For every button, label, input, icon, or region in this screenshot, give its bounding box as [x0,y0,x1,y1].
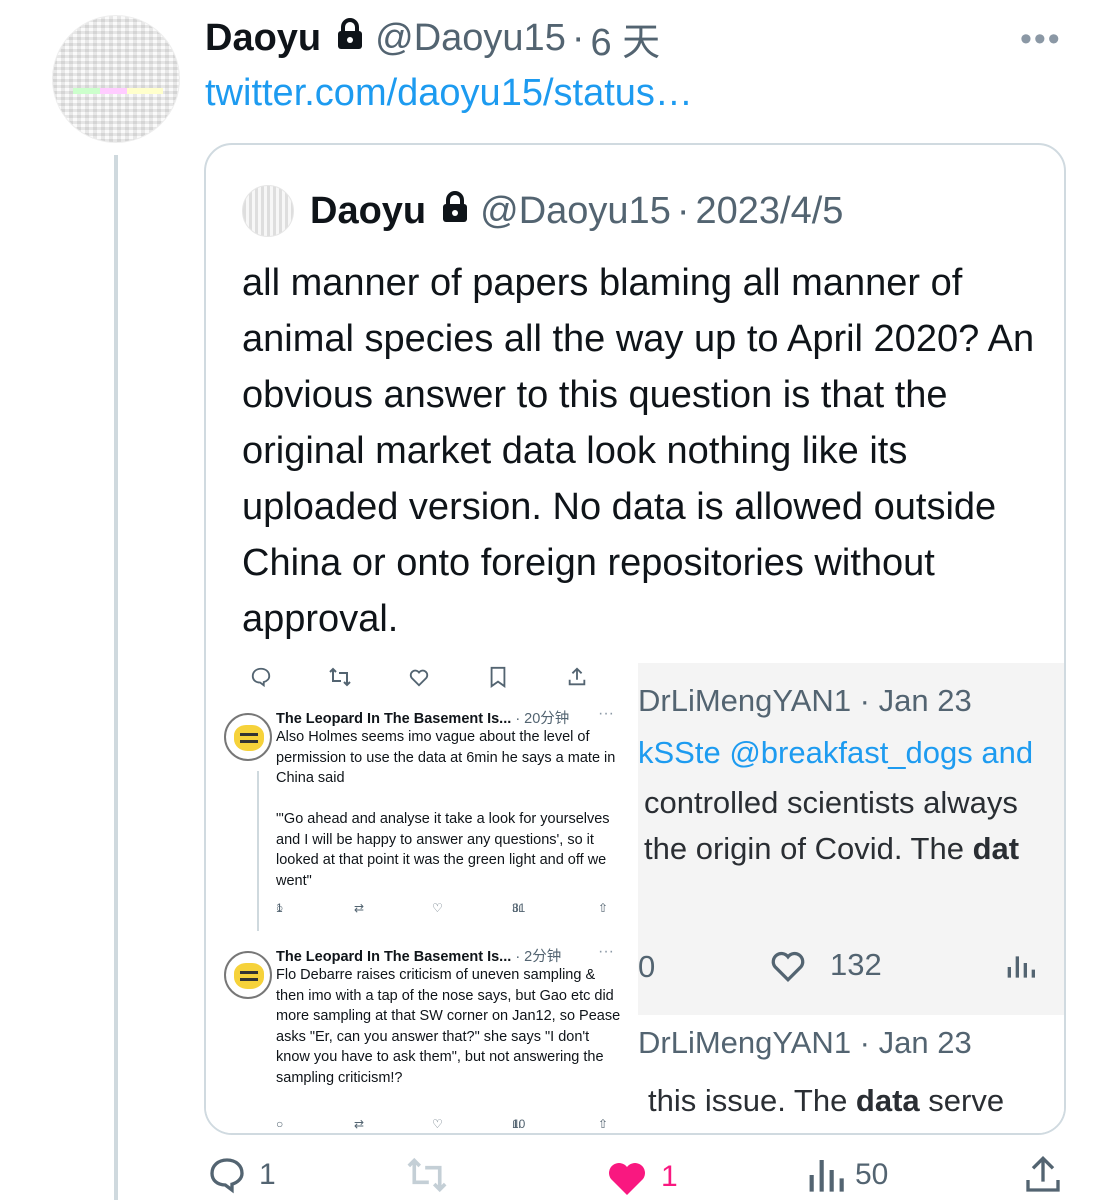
tweet-meta: DrLiMengYAN1 · Jan 23 [638,683,972,718]
like-count: 132 [830,947,882,982]
like-stat: 132 [768,947,882,983]
reply-icon: ○ [276,1117,284,1131]
heart-filled-icon [609,1163,645,1195]
like-button[interactable]: 1 [603,1155,678,1199]
screenshot-left: The Leopard In The Basement Is... · 20分钟… [206,663,638,1133]
view-count: 10 [512,1117,526,1131]
reply-item: The Leopard In The Basement Is... · 20分钟… [218,705,628,937]
share-icon: ⇧ [598,901,609,915]
reply-text: Flo Debarre raises criticism of uneven s… [276,967,621,1086]
reply-header: The Leopard In The Basement Is... · 2分钟 [276,945,561,966]
retweet-icon [328,666,352,688]
leopard-avatar [224,951,272,999]
leopard-avatar [224,713,272,761]
retweet-icon: ⇄ [354,901,365,915]
tweet-text-line: controlled scientists always [644,785,1018,820]
tweet-header: Daoyu @Daoyu15 · 6 天 [205,14,660,64]
retweet-icon [407,1157,447,1193]
share-icon [566,666,588,688]
author-handle[interactable]: @Daoyu15 [375,17,566,60]
quote-author-name: Daoyu [310,189,427,232]
lock-icon [335,17,365,60]
reply-time: · 20分钟 [515,711,570,727]
lock-icon [440,190,470,233]
reply-icon [250,666,272,688]
heart-icon: ♡ [432,901,443,915]
reply-stats: ○ 1 ⇄ ♡ ılı 31 ⇧ [276,901,621,921]
reply-author: The Leopard In The Basement Is... [276,711,512,727]
reply-text: Also Holmes seems imo vague about the le… [276,729,616,889]
ellipsis-icon[interactable]: ••• [1020,20,1062,59]
retweet-button[interactable] [403,1155,461,1195]
reply-count: 1 [276,901,283,915]
reply-button[interactable]: 1 [205,1155,276,1195]
quote-media-image[interactable]: The Leopard In The Basement Is... · 20分钟… [206,663,1064,1133]
retweet-icon: ⇄ [354,1117,365,1131]
tweet-time[interactable]: 6 天 [590,11,660,66]
quote-author-avatar [242,185,294,237]
tweet-text-line: this issue. The data serve [648,1083,1005,1118]
tweet-mentions: kSSte @breakfast_dogs and [638,735,1034,770]
author-name[interactable]: Daoyu [205,17,321,60]
quote-author-handle: @Daoyu15 [480,189,671,232]
reply-stats: ○ ⇄ ♡ ılı 10 ⇧ [276,1117,621,1133]
reply-header: The Leopard In The Basement Is... · 20分钟 [276,707,569,728]
screenshot-right-lower: DrLiMengYAN1 · Jan 23 this issue. The da… [638,1015,1064,1133]
reply-thread-line [257,771,259,931]
views-button[interactable]: 50 [805,1155,888,1195]
tweet-link[interactable]: twitter.com/daoyu15/status… [205,72,693,115]
view-count: 50 [855,1158,889,1191]
screenshot-action-bar [206,663,638,693]
reply-item: The Leopard In The Basement Is... · 2分钟 … [218,943,628,1133]
tweet-meta: DrLiMengYAN1 · Jan 23 [638,1025,972,1060]
heart-icon: ♡ [432,1117,443,1131]
ellipsis-icon: ··· [598,943,614,960]
separator-dot: · [571,16,585,59]
quote-header: Daoyu @Daoyu15 · 2023/4/5 [242,185,843,237]
share-button[interactable] [1023,1155,1063,1195]
bookmark-icon [488,666,508,688]
quote-date: 2023/4/5 [695,189,844,232]
views-icon [1004,951,1036,988]
screenshot-right: DrLiMengYAN1 · Jan 23 kSSte @breakfast_d… [638,663,1064,1133]
tweet-action-bar: 1 1 50 [205,1155,1065,1200]
heart-icon [408,666,430,688]
stat-value: 0 [638,949,656,984]
author-avatar[interactable] [52,15,180,143]
reply-author: The Leopard In The Basement Is... [276,949,512,965]
tweet-text-line: the origin of Covid. The dat [644,831,1020,866]
thread-line [114,155,118,1200]
views-icon [809,1160,844,1192]
view-count: 31 [512,901,526,915]
separator-dot: · [676,189,690,232]
heart-icon [771,951,805,983]
like-count: 1 [661,1160,678,1193]
reply-time: · 2分钟 [515,949,562,965]
reply-icon [210,1158,244,1194]
quoted-tweet[interactable]: Daoyu @Daoyu15 · 2023/4/5 all manner of … [204,143,1066,1135]
share-icon [1026,1155,1060,1192]
share-icon: ⇧ [598,1117,609,1131]
quote-text: all manner of papers blaming all manner … [242,262,1035,640]
reply-count: 1 [259,1158,276,1191]
ellipsis-icon: ··· [598,705,614,722]
